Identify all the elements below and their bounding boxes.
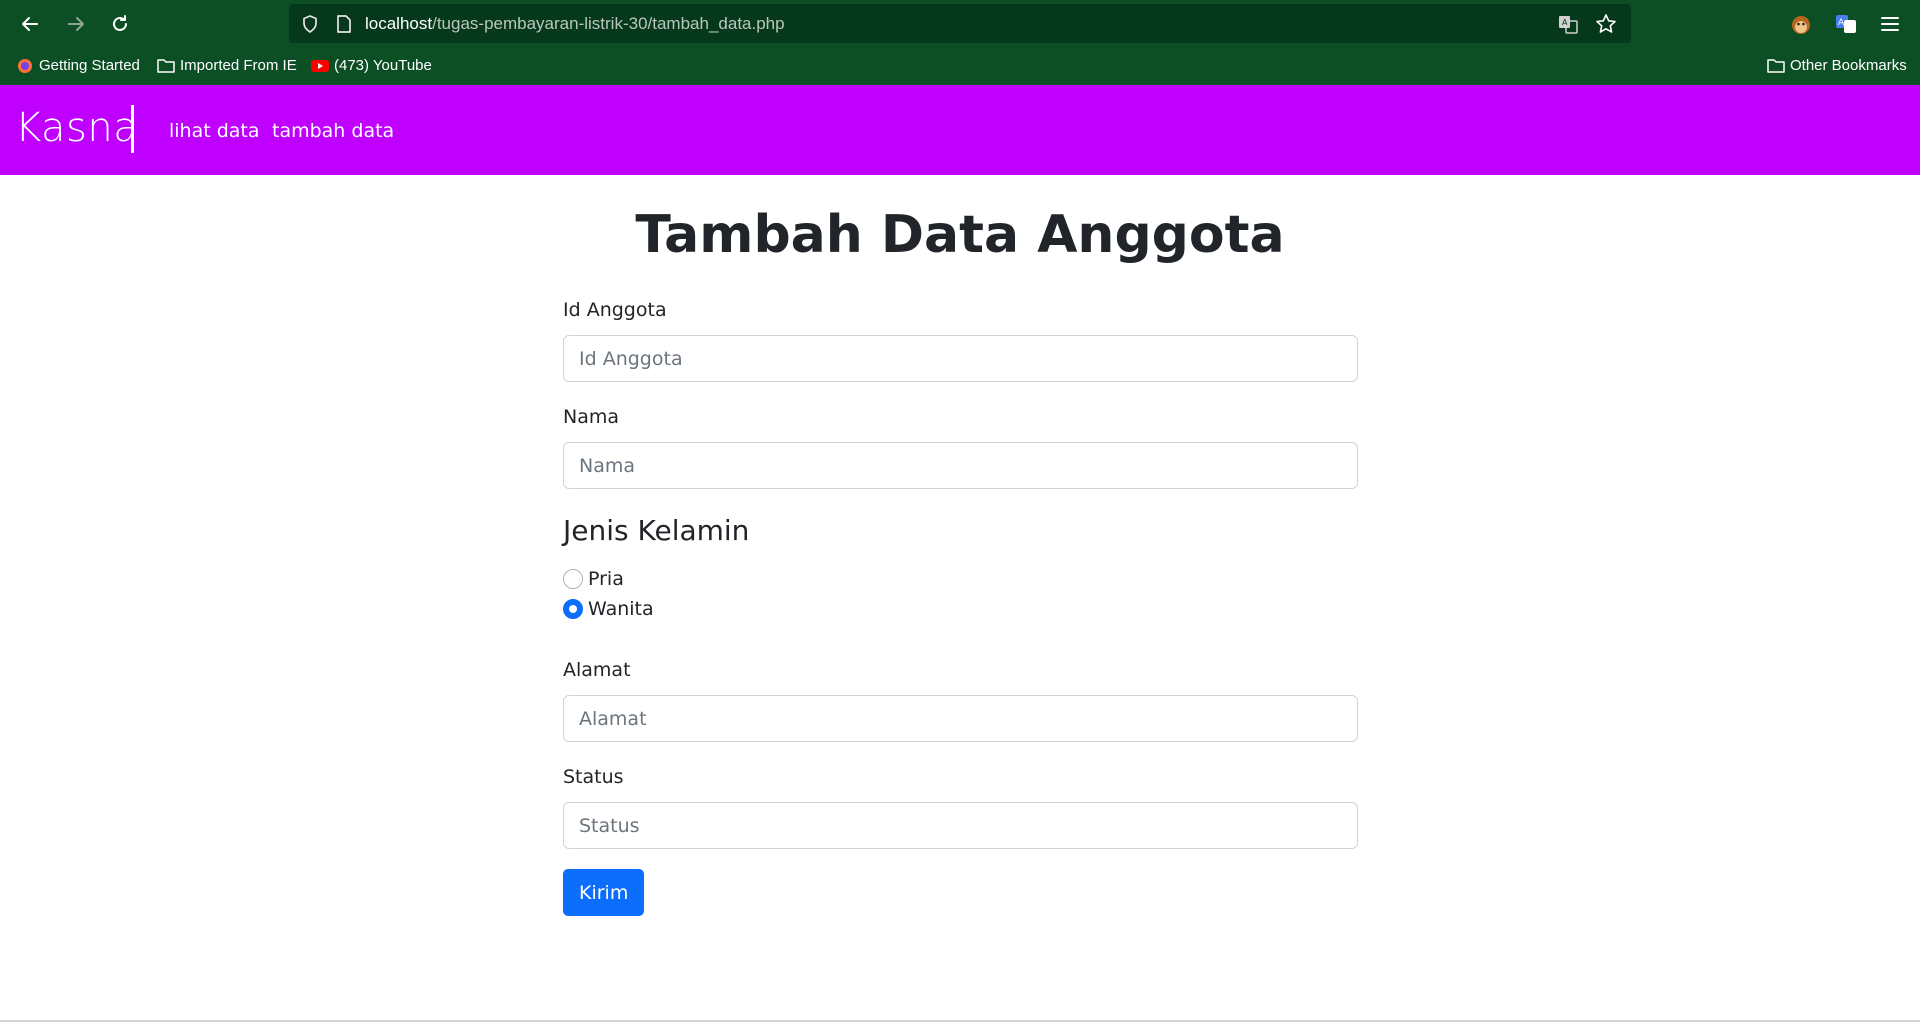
kirim-button[interactable]: Kirim <box>563 869 645 916</box>
url-host: localhost <box>365 14 433 33</box>
other-bookmarks-label: Other Bookmarks <box>1790 57 1907 74</box>
page-icon[interactable] <box>335 14 353 34</box>
status-label: Status <box>563 766 624 788</box>
arrow-right-icon <box>68 17 84 31</box>
alamat-input[interactable] <box>563 695 1358 742</box>
firefox-icon <box>16 58 34 74</box>
brand-divider <box>131 105 134 153</box>
bookmark-star-icon[interactable] <box>1595 13 1617 35</box>
back-button[interactable] <box>16 10 44 38</box>
url-text[interactable]: localhost/tugas-pembayaran-listrik-30/ta… <box>365 14 785 34</box>
url-path: /tugas-pembayaran-listrik-30/tambah_data… <box>432 14 785 33</box>
nav-link-tambah-data[interactable]: tambah data <box>272 120 394 142</box>
alamat-label: Alamat <box>563 659 631 681</box>
radio-option-pria[interactable]: Pria <box>563 568 624 590</box>
page-title: Tambah Data Anggota <box>635 205 1285 265</box>
youtube-icon <box>311 58 329 74</box>
folder-icon <box>157 58 175 74</box>
radio-label-wanita: Wanita <box>588 598 654 620</box>
radio-wanita[interactable] <box>563 599 583 619</box>
arrow-left-icon <box>22 17 38 31</box>
jenis-kelamin-heading: Jenis Kelamin <box>563 514 750 547</box>
nama-input[interactable] <box>563 442 1358 489</box>
bookmark-imported-from-ie[interactable]: Imported From IE <box>157 57 297 74</box>
id-anggota-input[interactable] <box>563 335 1358 382</box>
status-input[interactable] <box>563 802 1358 849</box>
radio-pria[interactable] <box>563 569 583 589</box>
bookmark-label: Getting Started <box>39 57 140 74</box>
bookmark-getting-started[interactable]: Getting Started <box>16 57 140 74</box>
id-anggota-label: Id Anggota <box>563 299 667 321</box>
reload-icon <box>113 15 127 31</box>
forward-button[interactable] <box>62 10 90 38</box>
nama-label: Nama <box>563 406 620 428</box>
bookmark-youtube[interactable]: (473) YouTube <box>311 57 432 74</box>
hamburger-menu-icon[interactable] <box>1878 12 1902 36</box>
brand-logo[interactable]: Kasna <box>15 105 138 151</box>
reload-button[interactable] <box>106 10 134 38</box>
extension-monkey-icon[interactable] <box>1789 12 1813 36</box>
site-navbar: Kasna lihat data tambah data <box>0 85 1920 175</box>
svg-text:A: A <box>1838 18 1845 28</box>
shield-icon[interactable] <box>300 14 320 34</box>
bookmarks-bar: Getting Started Imported From IE (473) Y… <box>0 48 1920 85</box>
radio-label-pria: Pria <box>588 568 624 590</box>
bookmark-label: (473) YouTube <box>334 57 432 74</box>
folder-icon <box>1767 58 1785 74</box>
bookmark-label: Imported From IE <box>180 57 297 74</box>
translate-icon[interactable]: A <box>1557 13 1579 35</box>
address-bar[interactable]: localhost/tugas-pembayaran-listrik-30/ta… <box>289 4 1631 43</box>
svg-text:A: A <box>1562 18 1568 27</box>
translate-extension-icon[interactable]: A <box>1834 12 1858 36</box>
browser-toolbar: localhost/tugas-pembayaran-listrik-30/ta… <box>0 0 1920 48</box>
nav-link-lihat-data[interactable]: lihat data <box>169 120 260 142</box>
radio-option-wanita[interactable]: Wanita <box>563 598 654 620</box>
other-bookmarks[interactable]: Other Bookmarks <box>1767 57 1907 74</box>
